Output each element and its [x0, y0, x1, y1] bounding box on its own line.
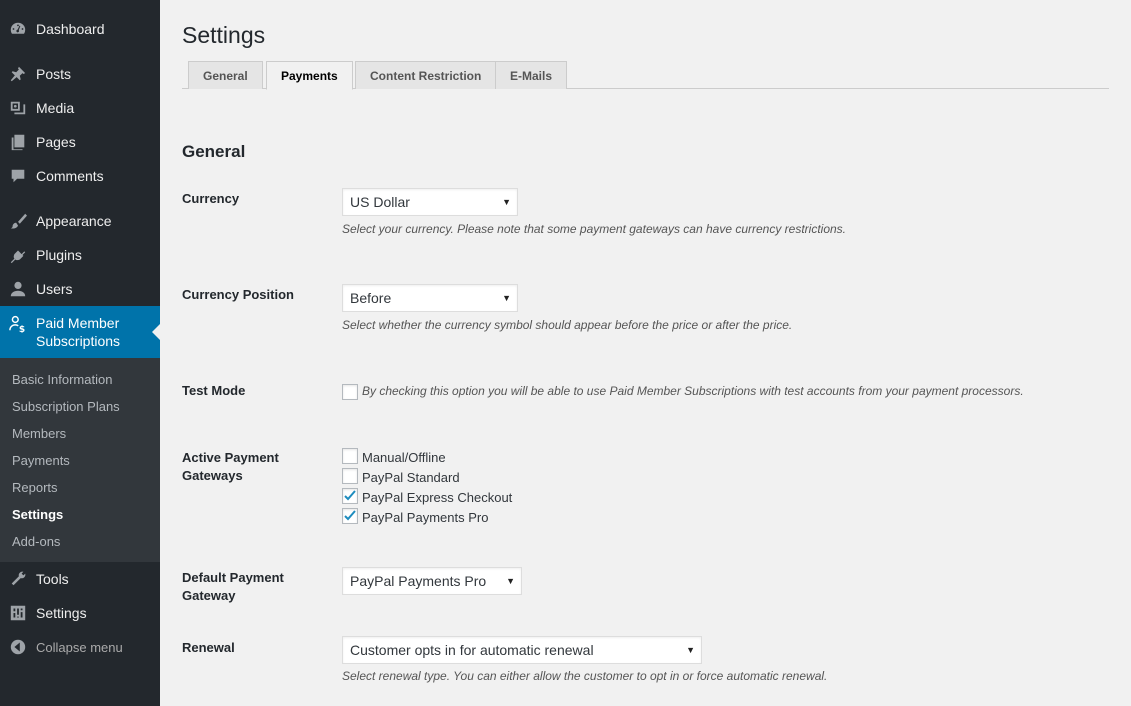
gateway-paypal-pro-checkbox[interactable] — [342, 508, 358, 524]
currency-description: Select your currency. Please note that s… — [342, 222, 847, 236]
media-icon — [8, 98, 28, 118]
menu-label: Dashboard — [36, 21, 105, 37]
currency-position-select-value: Before — [350, 290, 392, 306]
active-gateways-label-line2: Gateways — [182, 468, 243, 483]
menu-label: Appearance — [36, 213, 112, 229]
pages-icon — [8, 132, 28, 152]
menu-label: Settings — [36, 605, 87, 621]
renewal-description: Select renewal type. You can either allo… — [342, 669, 828, 683]
gateway-paypal-express-checkbox[interactable] — [342, 488, 358, 504]
section-heading: General — [182, 142, 246, 161]
gateway-paypal-standard-checkbox[interactable] — [342, 468, 358, 484]
test-mode-checkbox[interactable] — [342, 384, 358, 400]
admin-sidebar: Dashboard Posts Media Pages Comments App… — [0, 0, 160, 706]
menu-label: Plugins — [36, 247, 82, 263]
submenu: Basic Information Subscription Plans Mem… — [0, 358, 160, 562]
collapse-arrow-icon — [8, 637, 28, 657]
currency-select[interactable]: US Dollar ▼ — [342, 188, 518, 216]
default-gateway-label-line1: Default Payment — [182, 570, 284, 585]
menu-item-dashboard[interactable]: Dashboard — [0, 12, 160, 46]
tab-e-mails[interactable]: E-Mails — [495, 61, 568, 89]
submenu-item-subscription-plans[interactable]: Subscription Plans — [12, 399, 120, 414]
default-gateway-label: Default Payment Gateway — [182, 569, 312, 605]
menu-item-settings[interactable]: Settings — [0, 596, 160, 630]
submenu-item-add-ons[interactable]: Add-ons — [12, 534, 60, 549]
menu-label: Users — [36, 281, 73, 297]
comment-icon — [8, 166, 28, 186]
default-gateway-select[interactable]: PayPal Payments Pro ▼ — [342, 567, 522, 595]
default-gateway-label-line2: Gateway — [182, 588, 236, 603]
member-dollar-icon: $ — [8, 314, 28, 334]
menu-label-line1: Paid Member — [36, 315, 120, 331]
user-icon — [8, 279, 28, 299]
menu-item-paid-member-subscriptions[interactable]: $ Paid Member Subscriptions — [0, 306, 160, 358]
gateway-manual-offline-label: Manual/Offline — [362, 450, 446, 465]
current-menu-arrow — [152, 324, 160, 340]
plugin-icon — [8, 245, 28, 265]
gateway-paypal-standard-label: PayPal Standard — [362, 470, 460, 485]
tab-content-restriction[interactable]: Content Restriction — [355, 61, 497, 89]
dashboard-icon — [8, 19, 28, 39]
checkmark-icon — [344, 510, 356, 521]
menu-item-media[interactable]: Media — [0, 91, 160, 125]
menu-label: Collapse menu — [36, 639, 123, 655]
test-mode-label: Test Mode — [182, 383, 246, 398]
menu-item-comments[interactable]: Comments — [0, 159, 160, 193]
currency-label: Currency — [182, 191, 240, 206]
test-mode-description: By checking this option you will be able… — [362, 384, 1024, 398]
dropdown-arrow-icon: ▼ — [686, 645, 695, 655]
svg-text:$: $ — [19, 325, 25, 333]
tab-general[interactable]: General — [188, 61, 263, 89]
gateway-paypal-express-label: PayPal Express Checkout — [362, 490, 513, 505]
menu-label: Pages — [36, 134, 76, 150]
brush-icon — [8, 211, 28, 231]
submenu-item-basic-information[interactable]: Basic Information — [12, 372, 112, 387]
currency-position-description: Select whether the currency symbol shoul… — [342, 318, 793, 332]
gateway-manual-offline-checkbox[interactable] — [342, 448, 358, 464]
menu-label: Comments — [36, 168, 104, 184]
menu-label: Paid Member Subscriptions — [36, 314, 120, 350]
dropdown-arrow-icon: ▼ — [502, 197, 511, 207]
settings-icon — [8, 603, 28, 623]
menu-label: Posts — [36, 66, 72, 82]
menu-item-pages[interactable]: Pages — [0, 125, 160, 159]
renewal-select-value: Customer opts in for automatic renewal — [350, 642, 594, 658]
settings-tabs: General Payments Content Restriction E-M… — [182, 61, 1109, 90]
currency-select-value: US Dollar — [350, 194, 410, 210]
currency-position-select[interactable]: Before ▼ — [342, 284, 518, 312]
renewal-label: Renewal — [182, 640, 235, 655]
dropdown-arrow-icon: ▼ — [502, 293, 511, 303]
checkmark-icon — [344, 490, 356, 501]
active-gateways-label-line1: Active Payment — [182, 450, 279, 465]
page-title: Settings — [182, 22, 266, 48]
menu-label: Media — [36, 100, 75, 116]
menu-item-users[interactable]: Users — [0, 272, 160, 306]
gateway-paypal-pro-label: PayPal Payments Pro — [362, 510, 489, 525]
menu-item-appearance[interactable]: Appearance — [0, 204, 160, 238]
tab-payments[interactable]: Payments — [266, 61, 353, 90]
wrench-icon — [8, 569, 28, 589]
pin-icon — [8, 64, 28, 84]
currency-position-label: Currency Position — [182, 287, 294, 302]
menu-item-plugins[interactable]: Plugins — [0, 238, 160, 272]
menu-label: Tools — [36, 571, 69, 587]
active-gateways-label: Active Payment Gateways — [182, 449, 312, 485]
menu-item-tools[interactable]: Tools — [0, 562, 160, 596]
submenu-item-reports[interactable]: Reports — [12, 480, 58, 495]
submenu-item-members[interactable]: Members — [12, 426, 66, 441]
submenu-item-payments[interactable]: Payments — [12, 453, 70, 468]
renewal-select[interactable]: Customer opts in for automatic renewal ▼ — [342, 636, 702, 664]
dropdown-arrow-icon: ▼ — [506, 576, 515, 586]
default-gateway-select-value: PayPal Payments Pro — [350, 573, 487, 589]
collapse-menu-button[interactable]: Collapse menu — [0, 630, 160, 664]
menu-item-posts[interactable]: Posts — [0, 57, 160, 91]
submenu-item-settings[interactable]: Settings — [12, 507, 63, 522]
menu-label-line2: Subscriptions — [36, 333, 121, 349]
